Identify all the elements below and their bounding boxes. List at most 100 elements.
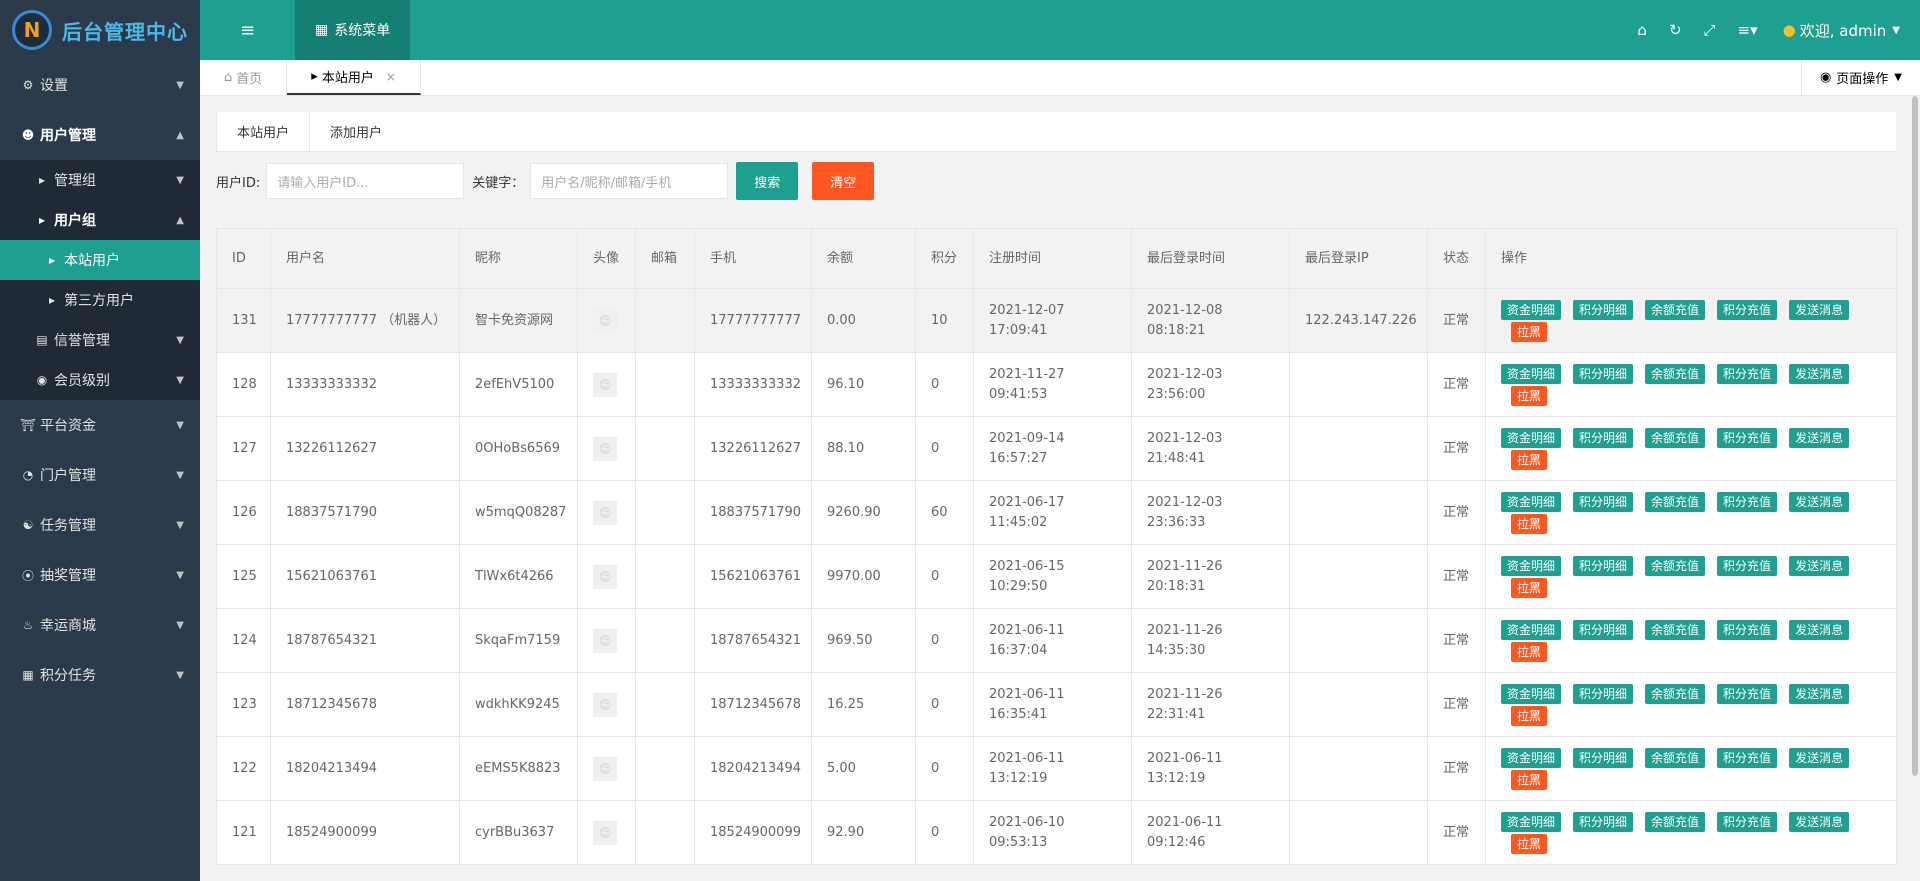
row-action-button[interactable]: 资金明细 [1501,427,1562,448]
row-action-button[interactable]: 积分明细 [1573,811,1634,832]
home-icon[interactable]: ⌂ [1637,21,1647,39]
row-action-button[interactable]: 积分充值 [1717,811,1778,832]
row-action-button[interactable]: 积分明细 [1573,619,1634,640]
row-action-button[interactable]: 余额充值 [1645,491,1706,512]
row-action-button[interactable]: 发送消息 [1789,491,1850,512]
row-action-button[interactable]: 积分充值 [1717,555,1778,576]
clear-button[interactable]: 清空 [812,162,875,200]
sidebar-item-settings[interactable]: ⚙ 设置 ▼ [0,60,200,110]
cell-points: 0 [915,416,974,481]
blacklist-button[interactable]: 拉黑 [1511,449,1548,470]
list-menu-icon[interactable]: ≡▾ [1738,21,1758,39]
row-action-button[interactable]: 积分充值 [1717,491,1778,512]
blacklist-button[interactable]: 拉黑 [1511,513,1548,534]
row-action-button[interactable]: 积分充值 [1717,363,1778,384]
sidebar-item-portal-mgmt[interactable]: ◔ 门户管理 ▼ [0,450,200,500]
row-action-button[interactable]: 余额充值 [1645,555,1706,576]
row-action-button[interactable]: 发送消息 [1789,619,1850,640]
vertical-scrollbar[interactable] [1912,96,1918,776]
row-action-button[interactable]: 发送消息 [1789,811,1850,832]
row-action-button[interactable]: 发送消息 [1789,299,1850,320]
sidebar-item-task-mgmt[interactable]: ☯ 任务管理 ▼ [0,500,200,550]
cell-reg: 2021-06-17 11:45:02 [973,480,1132,545]
row-action-button[interactable]: 余额充值 [1645,427,1706,448]
tab-add-user[interactable]: 添加用户 [310,112,402,151]
row-action-button[interactable]: 积分明细 [1573,555,1634,576]
fullscreen-icon[interactable]: ⤢ [1704,21,1716,39]
blacklist-button[interactable]: 拉黑 [1511,385,1548,406]
cell-ip [1289,416,1428,481]
row-action-button[interactable]: 积分明细 [1573,427,1634,448]
user-menu[interactable]: ● 欢迎, admin ▼ [1783,20,1900,41]
row-action-button[interactable]: 资金明细 [1501,811,1562,832]
blacklist-button[interactable]: 拉黑 [1511,705,1548,726]
row-action-button[interactable]: 余额充值 [1645,811,1706,832]
close-icon[interactable]: × [386,70,396,84]
sidebar-item-admin-group[interactable]: ▸ 管理组 ▼ [0,160,200,200]
row-action-button[interactable]: 资金明细 [1501,363,1562,384]
caret-right-icon: ▸ [38,213,46,227]
sidebar-item-member-level[interactable]: ◉ 会员级别 ▼ [0,360,200,400]
row-action-button[interactable]: 余额充值 [1645,683,1706,704]
search-button[interactable]: 搜索 [736,162,799,200]
row-action-button[interactable]: 余额充值 [1645,747,1706,768]
cell-ip [1289,608,1428,673]
sidebar-item-site-users[interactable]: ▸ 本站用户 [0,240,200,280]
row-action-button[interactable]: 积分明细 [1573,683,1634,704]
page-operations-dropdown[interactable]: ◉ 页面操作 ▼ [1800,60,1920,95]
row-action-button[interactable]: 资金明细 [1501,555,1562,576]
row-action-button[interactable]: 资金明细 [1501,747,1562,768]
row-action-button[interactable]: 积分明细 [1573,491,1634,512]
blacklist-button[interactable]: 拉黑 [1511,641,1548,662]
row-action-button[interactable]: 发送消息 [1789,427,1850,448]
sidebar-item-user-mgmt[interactable]: ☻ 用户管理 ▲ [0,110,200,160]
tab-home[interactable]: ⌂ 首页 [200,60,288,95]
row-action-button[interactable]: 积分充值 [1717,747,1778,768]
cell-balance: 92.90 [811,800,916,865]
refresh-icon[interactable]: ↻ [1669,21,1682,39]
page-ops-label: 页面操作 [1836,72,1889,87]
row-action-button[interactable]: 资金明细 [1501,491,1562,512]
row-action-button[interactable]: 积分充值 [1717,619,1778,640]
sidebar-item-lucky-mall[interactable]: ♨ 幸运商城 ▼ [0,600,200,650]
row-action-button[interactable]: 发送消息 [1789,555,1850,576]
sidebar-item-lottery-mgmt[interactable]: ⦿ 抽奖管理 ▼ [0,550,200,600]
sidebar-item-points-task[interactable]: ▦ 积分任务 ▼ [0,650,200,700]
row-action-button[interactable]: 余额充值 [1645,619,1706,640]
row-action-button[interactable]: 发送消息 [1789,747,1850,768]
sidebar-item-third-party-users[interactable]: ▸ 第三方用户 [0,280,200,320]
row-action-button[interactable]: 资金明细 [1501,619,1562,640]
row-action-button[interactable]: 积分明细 [1573,299,1634,320]
menu-toggle-button[interactable]: ≡ [200,0,295,60]
keyword-input[interactable]: 用户名/昵称/邮箱/手机 [530,163,729,199]
cell-balance: 0.00 [811,288,916,353]
cell-ops: 资金明细 积分明细 余额充值 积分充值 发送消息拉黑 [1485,416,1897,481]
blacklist-button[interactable]: 拉黑 [1511,577,1548,598]
blacklist-button[interactable]: 拉黑 [1511,833,1548,854]
row-action-button[interactable]: 资金明细 [1501,299,1562,320]
row-action-button[interactable]: 余额充值 [1645,363,1706,384]
blacklist-button[interactable]: 拉黑 [1511,321,1548,342]
sidebar-item-platform-funds[interactable]: ⛩ 平台资金 ▼ [0,400,200,450]
tab-site-users[interactable]: ▸ 本站用户 × [287,60,421,95]
row-action-button[interactable]: 发送消息 [1789,683,1850,704]
row-action-button[interactable]: 积分充值 [1717,683,1778,704]
sidebar-item-label: 用户管理 [40,128,96,144]
row-action-button[interactable]: 积分明细 [1573,363,1634,384]
row-action-button[interactable]: 发送消息 [1789,363,1850,384]
row-action-button[interactable]: 资金明细 [1501,683,1562,704]
uid-input[interactable]: 请输入用户ID... [266,163,465,199]
column-header: 最后登录IP [1289,228,1428,289]
row-action-button[interactable]: 余额充值 [1645,299,1706,320]
system-menu-button[interactable]: ▦ 系统菜单 [295,0,411,60]
tab-site-users-list[interactable]: 本站用户 [216,112,311,151]
column-header: 注册时间 [973,228,1132,289]
cell-reg: 2021-12-07 17:09:41 [973,288,1132,353]
blacklist-button[interactable]: 拉黑 [1511,769,1548,790]
sidebar-item-user-group[interactable]: ▸ 用户组 ▲ [0,200,200,240]
row-action-button[interactable]: 积分明细 [1573,747,1634,768]
row-action-button[interactable]: 积分充值 [1717,299,1778,320]
sidebar-item-credit-mgmt[interactable]: ▤ 信誉管理 ▼ [0,320,200,360]
row-action-button[interactable]: 积分充值 [1717,427,1778,448]
logo-area[interactable]: N 后台管理中心 [0,0,200,60]
